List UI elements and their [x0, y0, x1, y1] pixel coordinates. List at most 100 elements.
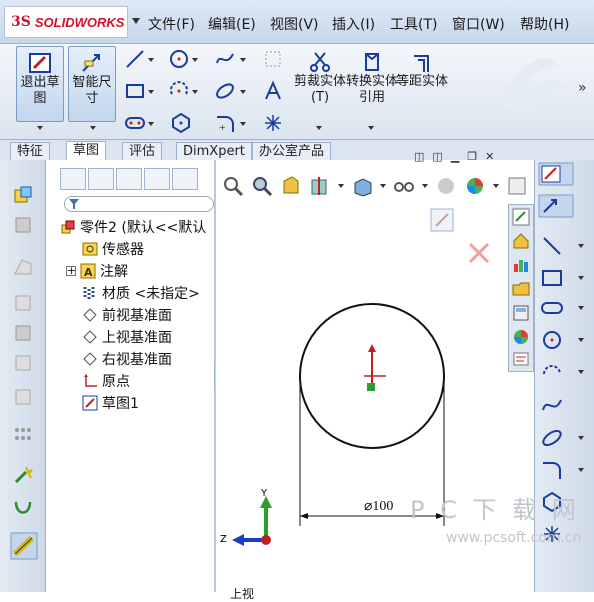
- tree-item-right-plane[interactable]: 右视基准面: [82, 348, 172, 370]
- cancel-sketch-icon[interactable]: [466, 240, 492, 266]
- tree-item-annotations[interactable]: + A 注解: [66, 260, 128, 282]
- arc-side-dropdown-icon[interactable]: [578, 370, 584, 374]
- tab-office-products[interactable]: 办公室产品: [252, 142, 332, 160]
- rectangle-side-dropdown-icon[interactable]: [578, 276, 584, 280]
- menu-help[interactable]: 帮助(H): [520, 14, 569, 34]
- convert-dropdown-icon[interactable]: [368, 126, 374, 130]
- fillet-feature-icon[interactable]: [12, 352, 34, 374]
- menu-window[interactable]: 窗口(W): [452, 14, 505, 34]
- line-dropdown-icon[interactable]: [148, 58, 154, 62]
- arc-dropdown-icon[interactable]: [192, 90, 198, 94]
- zoom-area-icon[interactable]: [251, 175, 273, 197]
- ellipse-icon[interactable]: [214, 80, 236, 102]
- menu-tools[interactable]: 工具(T): [390, 14, 437, 34]
- offset-entities-button[interactable]: 等距实体: [396, 46, 448, 122]
- filter-icon[interactable]: [68, 198, 80, 210]
- rectangle-dropdown-icon[interactable]: [148, 90, 154, 94]
- ellipse-side-icon[interactable]: [540, 426, 564, 450]
- file-explorer-icon[interactable]: [512, 280, 530, 298]
- construction-geometry-icon[interactable]: [262, 48, 284, 70]
- tile-vertical-icon[interactable]: ◫: [432, 150, 442, 164]
- display-style-dropdown-icon[interactable]: [422, 184, 428, 188]
- solidworks-resources-icon[interactable]: [512, 208, 530, 226]
- expand-icon[interactable]: +: [66, 265, 76, 276]
- exit-sketch-button[interactable]: 退出草图: [16, 46, 64, 122]
- tab-dimxpert[interactable]: DimXpert: [176, 142, 252, 160]
- convert-entities-button[interactable]: 转换实体引用: [344, 46, 400, 122]
- smart-dimension-button[interactable]: 智能尺寸: [68, 46, 116, 122]
- menu-edit[interactable]: 编辑(E): [208, 14, 256, 34]
- spline-side-icon[interactable]: [540, 394, 564, 418]
- tree-root[interactable]: 零件2 (默认<<默认: [60, 216, 206, 238]
- smart-dimension-dropdown-icon[interactable]: [90, 126, 96, 130]
- curves-icon[interactable]: [12, 496, 34, 518]
- section-view-icon[interactable]: [309, 175, 331, 197]
- trim-dropdown-icon[interactable]: [316, 126, 322, 130]
- pattern-icon[interactable]: [12, 424, 34, 446]
- rectangle-side-icon[interactable]: [540, 266, 564, 290]
- fillet-side-dropdown-icon[interactable]: [578, 468, 584, 472]
- menu-insert[interactable]: 插入(I): [332, 14, 375, 34]
- previous-view-icon[interactable]: [280, 175, 302, 197]
- rectangle-icon[interactable]: [124, 80, 146, 102]
- tree-item-sensors[interactable]: 传感器: [82, 238, 144, 260]
- text-icon[interactable]: [262, 80, 284, 102]
- spline-dropdown-icon[interactable]: [240, 58, 246, 62]
- menu-view[interactable]: 视图(V): [270, 14, 319, 34]
- tree-item-material[interactable]: 材质 <未指定>: [82, 282, 200, 304]
- point-icon[interactable]: [262, 112, 284, 134]
- arc-side-icon[interactable]: [540, 360, 564, 384]
- view-orientation-dropdown-icon[interactable]: [380, 184, 386, 188]
- logo-dropdown-icon[interactable]: [132, 18, 140, 24]
- menu-file[interactable]: 文件(F): [148, 14, 195, 34]
- tree-item-top-plane[interactable]: 上视基准面: [82, 326, 172, 348]
- cut-icon[interactable]: [12, 322, 34, 344]
- restore-icon[interactable]: ❐: [467, 150, 477, 164]
- tree-item-origin[interactable]: 原点: [82, 370, 130, 392]
- circle-side-dropdown-icon[interactable]: [578, 338, 584, 342]
- ellipse-dropdown-icon[interactable]: [240, 90, 246, 94]
- tab-sketch[interactable]: 草图: [66, 141, 107, 161]
- slot-side-dropdown-icon[interactable]: [578, 306, 584, 310]
- tree-item-sketch1[interactable]: 草图1: [82, 392, 139, 414]
- instant3d-icon[interactable]: [10, 532, 38, 560]
- featuremanager-tree-tab[interactable]: [60, 168, 86, 190]
- tab-evaluate[interactable]: 评估: [122, 142, 163, 160]
- circle-dropdown-icon[interactable]: [192, 58, 198, 62]
- fillet-dropdown-icon[interactable]: [240, 122, 246, 126]
- appearances-scenes-icon[interactable]: [512, 328, 530, 346]
- hide-show-items-icon[interactable]: [435, 175, 457, 197]
- tab-features[interactable]: 特征: [10, 142, 51, 160]
- appearance-dropdown-icon[interactable]: [493, 184, 499, 188]
- fillet-side-icon[interactable]: [540, 458, 564, 482]
- zoom-to-fit-icon[interactable]: [222, 175, 244, 197]
- dimxpert-manager-tab[interactable]: [144, 168, 170, 190]
- section-dropdown-icon[interactable]: [338, 184, 344, 188]
- more-commands-button[interactable]: »: [578, 80, 587, 96]
- circle-icon[interactable]: [168, 48, 190, 70]
- scene-icon[interactable]: [506, 175, 528, 197]
- exit-sketch-confirm-icon[interactable]: [428, 206, 458, 236]
- circle-side-icon[interactable]: [540, 328, 564, 352]
- property-manager-tab[interactable]: [88, 168, 114, 190]
- hole-wizard-icon[interactable]: [12, 386, 34, 408]
- spline-icon[interactable]: [214, 48, 236, 70]
- center-point[interactable]: [367, 383, 375, 391]
- sketch-toggle-icon[interactable]: [538, 162, 574, 186]
- ellipse-side-dropdown-icon[interactable]: [578, 436, 584, 440]
- smart-dimension-side-icon[interactable]: [538, 194, 574, 218]
- loft-icon[interactable]: [12, 292, 34, 314]
- polygon-icon[interactable]: [170, 112, 192, 134]
- diameter-dimension[interactable]: ⌀100: [364, 498, 393, 515]
- tile-horizontal-icon[interactable]: ◫: [414, 150, 424, 164]
- tree-filter-input[interactable]: [64, 196, 214, 212]
- exit-sketch-dropdown-icon[interactable]: [37, 126, 43, 130]
- home-icon[interactable]: [512, 232, 530, 250]
- arc-icon[interactable]: [168, 80, 190, 102]
- line-side-icon[interactable]: [540, 234, 564, 258]
- slot-side-icon[interactable]: [540, 296, 564, 320]
- display-manager-tab[interactable]: [172, 168, 198, 190]
- minimize-icon[interactable]: ▁: [451, 150, 459, 164]
- trim-entities-button[interactable]: 剪裁实体(T): [292, 46, 348, 122]
- design-library-icon[interactable]: [512, 256, 530, 274]
